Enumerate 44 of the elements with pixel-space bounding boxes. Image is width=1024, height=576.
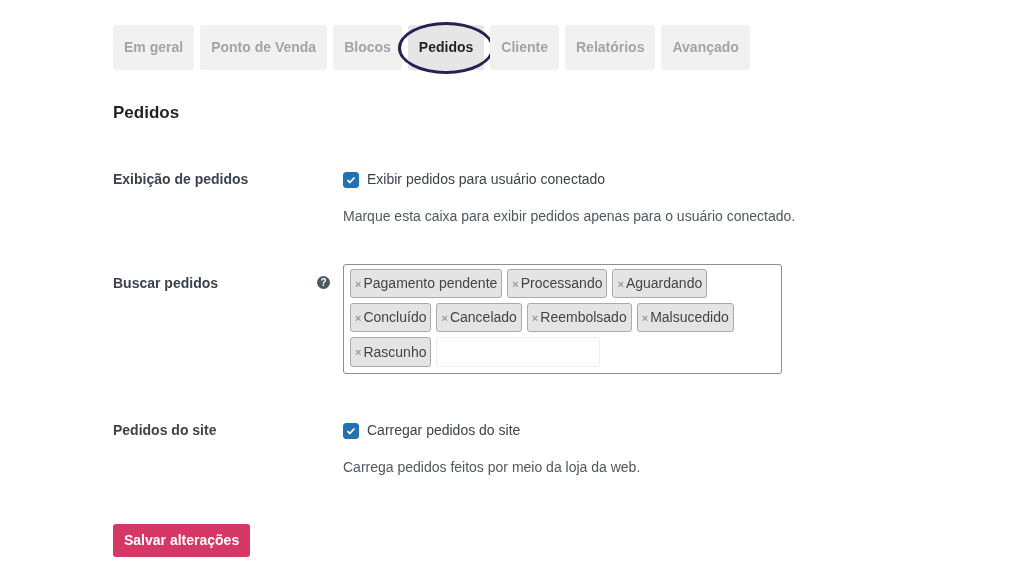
remove-icon[interactable]: × (531, 309, 539, 327)
setting-label: Pedidos do site (113, 421, 217, 441)
tag[interactable]: ×Cancelado (436, 303, 522, 333)
tag[interactable]: ×Reembolsado (526, 303, 632, 333)
tag-label: Aguardando (625, 274, 703, 294)
tag-label: Pagamento pendente (363, 274, 498, 294)
setting-label: Exibição de pedidos (113, 170, 249, 190)
checkbox[interactable] (343, 422, 359, 439)
checkbox-label: Carregar pedidos do site (367, 421, 521, 441)
remove-icon[interactable]: × (355, 344, 362, 361)
checkbox-label: Exibir pedidos para usuário conectado (367, 170, 606, 190)
tab[interactable]: Cliente (490, 25, 559, 70)
tag[interactable]: ×Processando (507, 269, 608, 299)
checkbox[interactable] (343, 171, 359, 188)
tab[interactable]: Pedidos (407, 25, 485, 70)
remove-icon[interactable]: × (441, 309, 448, 327)
tag-label: Processando (520, 274, 603, 294)
tag-label: Cancelado (449, 308, 517, 328)
remove-icon[interactable]: × (355, 309, 362, 327)
tag-label: Reembolsado (540, 308, 627, 328)
tab[interactable]: Relatórios (565, 25, 656, 70)
tag[interactable]: ×Rascunho (350, 337, 432, 368)
remove-icon[interactable]: × (355, 275, 362, 293)
tag[interactable]: ×Aguardando (612, 269, 708, 299)
remove-icon[interactable]: × (641, 309, 649, 327)
tag-label: Malsucedido (650, 308, 729, 328)
setting-label: Buscar pedidos (113, 274, 219, 294)
tag-label: Rascunho (363, 342, 427, 362)
tab[interactable]: Avançado (661, 25, 750, 70)
help-icon[interactable]: ? (317, 276, 330, 290)
remove-icon[interactable]: × (617, 275, 624, 293)
tab[interactable]: Blocos (333, 25, 402, 70)
tag[interactable]: ×Pagamento pendente (350, 269, 503, 299)
tag-selector[interactable]: ×Pagamento pendente ×Processando ×Aguardando ×Concluído ×Cancelado ×Reembolsado ×Malsucedido ×Rascunho (343, 264, 782, 375)
tag[interactable]: ×Concluído (350, 303, 432, 333)
tag[interactable]: ×Malsucedido (636, 303, 734, 333)
tag-label: Concluído (363, 308, 427, 328)
description-text: Carrega pedidos feitos por meio da loja da web. (343, 458, 641, 478)
tab[interactable]: Ponto de Venda (200, 25, 328, 70)
section-title: Pedidos (113, 103, 181, 124)
description-text: Marque esta caixa para exibir pedidos apenas para o usuário conectado. (343, 207, 796, 227)
remove-icon[interactable]: × (512, 275, 519, 293)
save-button[interactable]: Salvar alterações (113, 524, 251, 558)
tab[interactable]: Em geral (113, 25, 195, 70)
